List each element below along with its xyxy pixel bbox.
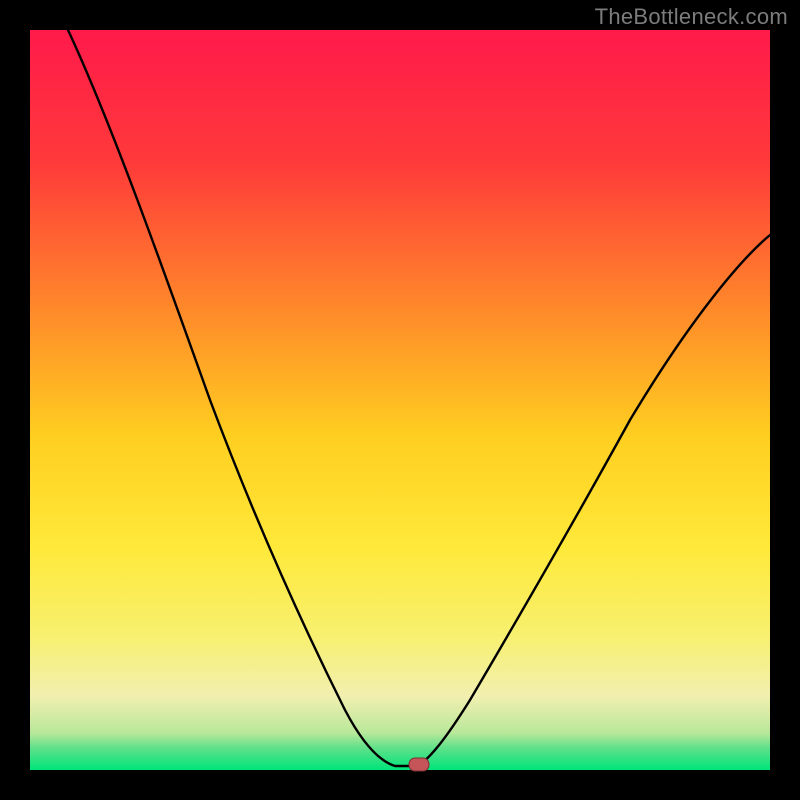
chart-frame: TheBottleneck.com xyxy=(0,0,800,800)
optimal-point-marker xyxy=(409,758,429,771)
chart-svg xyxy=(0,0,800,800)
plot-area xyxy=(30,30,770,770)
watermark-text: TheBottleneck.com xyxy=(595,4,788,30)
